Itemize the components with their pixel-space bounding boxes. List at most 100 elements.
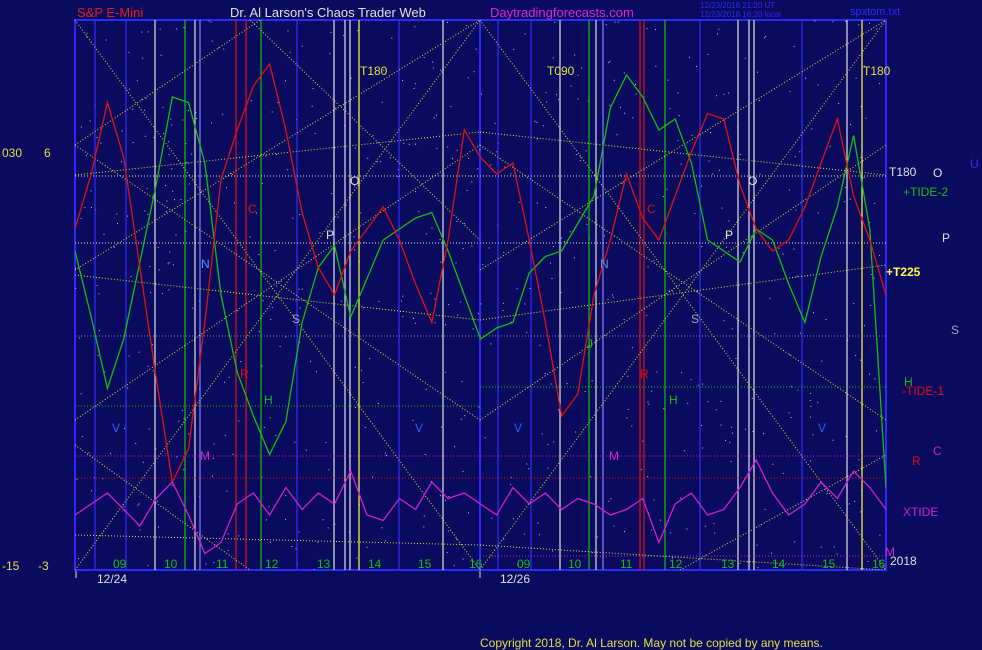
star: [123, 506, 125, 508]
star: [788, 412, 790, 414]
star: [472, 328, 474, 330]
star: [624, 112, 625, 114]
marker-m-2: M: [609, 449, 619, 463]
star: [372, 476, 373, 478]
star: [144, 109, 145, 111]
star: [132, 142, 134, 143]
site-url[interactable]: Daytradingforecasts.com: [490, 5, 634, 20]
left-scale-top-a: 030: [2, 146, 22, 160]
star: [631, 425, 633, 427]
star: [608, 500, 610, 502]
star: [270, 318, 272, 320]
star: [265, 155, 267, 157]
star: [128, 88, 130, 90]
star: [447, 146, 449, 148]
star: [136, 80, 138, 82]
star: [149, 266, 151, 268]
star: [279, 346, 281, 347]
star: [79, 337, 81, 339]
star: [425, 388, 427, 390]
star: [88, 452, 90, 454]
star: [569, 231, 571, 233]
star: [376, 161, 378, 163]
marker-r-1: R: [240, 367, 249, 381]
star: [504, 166, 506, 168]
star: [186, 162, 188, 164]
star: [401, 300, 402, 302]
star: [85, 154, 87, 156]
star: [138, 351, 140, 353]
star: [262, 300, 264, 302]
star: [845, 21, 847, 22]
star: [631, 347, 633, 349]
star: [151, 344, 153, 346]
star: [653, 260, 655, 262]
star: [171, 168, 173, 170]
star: [570, 85, 572, 87]
star: [670, 532, 672, 534]
star: [648, 403, 650, 405]
star: [224, 435, 226, 436]
star: [821, 360, 823, 362]
star: [502, 310, 504, 311]
star: [812, 434, 814, 436]
star: [844, 187, 846, 188]
star: [681, 372, 683, 374]
star: [539, 344, 541, 346]
marker-j: J: [587, 337, 593, 351]
star: [103, 233, 105, 235]
star: [467, 77, 469, 79]
star: [138, 503, 140, 505]
star: [536, 138, 538, 140]
star: [789, 91, 791, 93]
star: [468, 157, 470, 159]
marker-p-2: P: [725, 228, 733, 242]
star: [596, 536, 598, 538]
star: [613, 79, 615, 81]
star: [793, 45, 795, 47]
star: [183, 469, 185, 471]
star: [879, 534, 881, 536]
star: [579, 156, 581, 158]
star: [285, 518, 287, 520]
star: [232, 174, 234, 175]
star: [791, 386, 793, 388]
star: [702, 383, 704, 385]
star: [621, 182, 623, 184]
star: [212, 475, 213, 477]
star: [340, 300, 342, 302]
star: [90, 207, 92, 208]
star: [240, 361, 242, 363]
star: [660, 519, 661, 521]
star: [372, 135, 374, 137]
star: [104, 371, 106, 373]
star: [228, 376, 230, 378]
star: [561, 237, 562, 239]
marker-c-1: C: [248, 202, 257, 216]
star: [294, 441, 296, 443]
star: [166, 200, 168, 202]
star: [870, 304, 872, 306]
star: [691, 134, 693, 136]
star: [619, 174, 621, 176]
star: [450, 106, 452, 108]
star: [379, 161, 381, 163]
star: [144, 135, 146, 137]
marker-v-4: V: [818, 421, 826, 435]
star: [752, 430, 754, 432]
star: [813, 312, 814, 314]
star: [75, 267, 76, 269]
x-tick-label: 14: [368, 557, 382, 571]
star: [627, 375, 629, 377]
star: [259, 539, 261, 541]
star: [690, 379, 692, 381]
star: [168, 141, 170, 143]
marker-v-2: V: [415, 421, 423, 435]
star: [650, 529, 652, 531]
star: [805, 77, 807, 79]
date-label-1: 12/24: [97, 572, 127, 586]
star: [196, 118, 198, 119]
star: [238, 420, 240, 422]
right-label-u: U: [970, 157, 979, 171]
star: [287, 169, 289, 171]
